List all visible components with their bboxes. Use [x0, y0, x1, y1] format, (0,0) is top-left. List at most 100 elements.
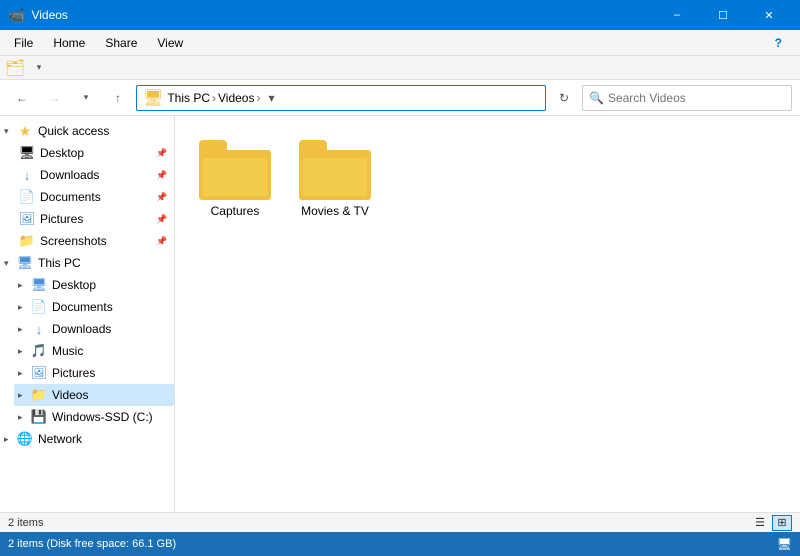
ssd-toggle[interactable]: [18, 412, 30, 423]
up-button[interactable]: ↑: [104, 84, 132, 112]
sidebar-item-pictures-pc[interactable]: 🖼 Pictures: [14, 362, 174, 384]
search-input[interactable]: [608, 91, 785, 105]
minimize-button[interactable]: –: [654, 0, 700, 30]
item-count: 2 items: [8, 517, 750, 529]
folder-movies-tv[interactable]: Movies & TV: [295, 136, 375, 222]
search-bar[interactable]: 🔍: [582, 85, 792, 111]
pictures-qa-label: Pictures: [40, 212, 156, 226]
back-button[interactable]: ←: [8, 84, 36, 112]
pictures-toggle[interactable]: [18, 368, 30, 379]
menu-view[interactable]: View: [147, 30, 193, 55]
taskbar-icon-1: 🖥: [777, 537, 792, 551]
quick-access-header[interactable]: ★ Quick access: [0, 120, 174, 142]
status-bar: 2 items ☰ ⊞: [0, 512, 800, 532]
sidebar-item-downloads-pc[interactable]: ↓ Downloads: [14, 318, 174, 340]
screenshots-folder-icon: 📁: [18, 232, 36, 250]
this-pc-section: 🖥 This PC 🖥 Desktop 📄 Documents ↓: [0, 252, 174, 428]
movies-tv-label: Movies & TV: [301, 204, 369, 218]
network-icon: 🌐: [16, 430, 34, 448]
pin-icon-doc: 📌: [156, 192, 170, 203]
toolbar-dropdown[interactable]: ▾: [28, 57, 50, 79]
ssd-label: Windows-SSD (C:): [52, 410, 170, 424]
pictures-pc-icon: 🖼: [30, 364, 48, 382]
quick-access-children: 🖥 Desktop 📌 ↓ Downloads 📌 📄 Documents 📌 …: [14, 142, 174, 252]
this-pc-icon: 🖥: [16, 254, 34, 272]
documents-pc-icon: 📄: [30, 298, 48, 316]
music-toggle[interactable]: [18, 346, 30, 357]
close-button[interactable]: ✕: [746, 0, 792, 30]
main-area: ★ Quick access 🖥 Desktop 📌 ↓ Downloads 📌…: [0, 116, 800, 512]
downloads-icon: ↓: [18, 166, 36, 184]
large-icons-view-button[interactable]: ⊞: [772, 515, 792, 531]
menu-share[interactable]: Share: [95, 30, 147, 55]
videos-pc-icon: 📁: [30, 386, 48, 404]
app-icon: 📹: [8, 7, 25, 24]
sidebar-item-music-pc[interactable]: 🎵 Music: [14, 340, 174, 362]
movies-folder-icon: [299, 140, 371, 200]
captures-label: Captures: [211, 204, 260, 218]
sidebar-item-documents-qa[interactable]: 📄 Documents 📌: [14, 186, 174, 208]
ssd-icon: 💾: [30, 408, 48, 426]
pin-icon-dl: 📌: [156, 170, 170, 181]
sidebar-item-downloads-qa[interactable]: ↓ Downloads 📌: [14, 164, 174, 186]
pictures-pc-label: Pictures: [52, 366, 170, 380]
network-label: Network: [38, 432, 170, 446]
menu-help[interactable]: ?: [765, 30, 792, 55]
quick-access-toggle[interactable]: [4, 126, 16, 137]
addr-thispc[interactable]: This PC: [167, 91, 210, 105]
videos-toggle[interactable]: [18, 390, 30, 401]
sidebar-item-videos-pc[interactable]: 📁 Videos: [14, 384, 174, 406]
address-bar[interactable]: 🖥 This PC › Videos › ▾: [136, 85, 546, 111]
folder-icon-toolbar: 🗂: [4, 57, 26, 79]
sidebar: ★ Quick access 🖥 Desktop 📌 ↓ Downloads 📌…: [0, 116, 175, 512]
dropdown-button[interactable]: ▾: [72, 84, 100, 112]
quick-access-toolbar: 🗂 ▾: [0, 56, 800, 80]
addr-dropdown[interactable]: ▾: [268, 91, 274, 105]
sidebar-item-pictures-qa[interactable]: 🖼 Pictures 📌: [14, 208, 174, 230]
menu-home[interactable]: Home: [43, 30, 95, 55]
title-bar: 📹 Videos – ☐ ✕: [0, 0, 800, 30]
desktop-qa-label: Desktop: [40, 146, 156, 160]
content-area: Captures Movies & TV: [175, 116, 800, 512]
addr-videos[interactable]: Videos: [218, 91, 254, 105]
pictures-icon: 🖼: [18, 210, 36, 228]
search-icon: 🔍: [589, 91, 604, 105]
desktop-toggle[interactable]: [18, 280, 30, 291]
forward-button[interactable]: →: [40, 84, 68, 112]
desktop-pc-label: Desktop: [52, 278, 170, 292]
sidebar-item-screenshots-qa[interactable]: 📁 Screenshots 📌: [14, 230, 174, 252]
info-text: 2 items (Disk free space: 66.1 GB): [8, 538, 777, 550]
captures-folder-icon: [199, 140, 271, 200]
network-header[interactable]: 🌐 Network: [0, 428, 174, 450]
sidebar-item-desktop-pc[interactable]: 🖥 Desktop: [14, 274, 174, 296]
music-pc-label: Music: [52, 344, 170, 358]
app-title: Videos: [31, 8, 654, 22]
window-controls: – ☐ ✕: [654, 0, 792, 30]
documents-icon: 📄: [18, 188, 36, 206]
view-buttons: ☰ ⊞: [750, 515, 792, 531]
sidebar-item-windows-ssd[interactable]: 💾 Windows-SSD (C:): [14, 406, 174, 428]
maximize-button[interactable]: ☐: [700, 0, 746, 30]
network-toggle[interactable]: [4, 434, 16, 445]
this-pc-toggle[interactable]: [4, 258, 16, 269]
documents-toggle[interactable]: [18, 302, 30, 313]
menu-bar: File Home Share View ?: [0, 30, 800, 56]
videos-pc-label: Videos: [52, 388, 170, 402]
sidebar-item-desktop-qa[interactable]: 🖥 Desktop 📌: [14, 142, 174, 164]
refresh-button[interactable]: ↻: [550, 84, 578, 112]
folder-captures[interactable]: Captures: [195, 136, 275, 222]
quick-access-section: ★ Quick access 🖥 Desktop 📌 ↓ Downloads 📌…: [0, 120, 174, 252]
downloads-toggle[interactable]: [18, 324, 30, 335]
documents-qa-label: Documents: [40, 190, 156, 204]
downloads-qa-label: Downloads: [40, 168, 156, 182]
details-view-button[interactable]: ☰: [750, 515, 770, 531]
this-pc-children: 🖥 Desktop 📄 Documents ↓ Downloads 🎵 M: [14, 274, 174, 428]
documents-pc-label: Documents: [52, 300, 170, 314]
downloads-pc-label: Downloads: [52, 322, 170, 336]
screenshots-qa-label: Screenshots: [40, 234, 156, 248]
this-pc-header[interactable]: 🖥 This PC: [0, 252, 174, 274]
desktop-icon: 🖥: [18, 144, 36, 162]
sidebar-item-documents-pc[interactable]: 📄 Documents: [14, 296, 174, 318]
menu-file[interactable]: File: [4, 30, 43, 55]
pin-icon-ss: 📌: [156, 236, 170, 247]
